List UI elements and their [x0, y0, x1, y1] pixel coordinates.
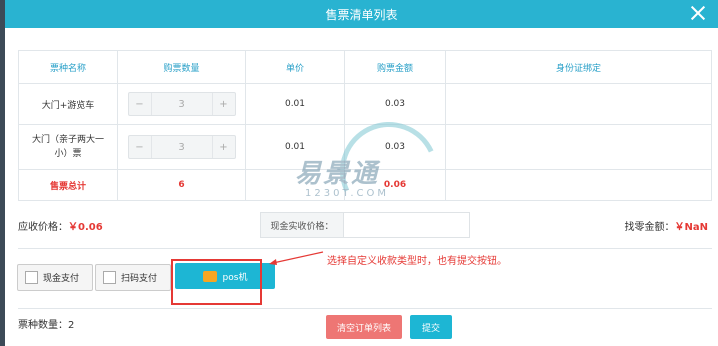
divider [18, 200, 712, 201]
receivable-value: ￥0.06 [68, 222, 103, 233]
quantity-value[interactable]: 3 [150, 93, 213, 115]
ticket-name: 大门+游览车 [18, 83, 118, 125]
receivable-label: 应收价格： [18, 222, 68, 233]
table-header-row: 票种名称 购票数量 单价 购票金额 身份证绑定 [18, 50, 712, 84]
receivable: 应收价格：￥0.06 [18, 218, 103, 233]
watermark-logo: 易景通 1230T.COM [290, 108, 452, 234]
ticket-name: 大门（亲子两大一小）票 [18, 124, 118, 170]
quantity-stepper[interactable]: − 3 + [127, 135, 236, 159]
cash-received-field[interactable]: 现金实收价格： [260, 212, 470, 238]
annotation-arrow [269, 251, 324, 265]
increment-button[interactable]: + [213, 93, 235, 115]
watermark-url: 1230T.COM [305, 188, 390, 199]
divider [18, 248, 712, 249]
quantity-value[interactable]: 3 [150, 136, 213, 158]
change-label: 找零金额： [624, 222, 675, 233]
header-id-binding: 身份证绑定 [445, 50, 712, 84]
dialog-title: 售票清单列表 [325, 8, 398, 22]
divider [18, 308, 712, 309]
submit-button[interactable]: 提交 [410, 315, 452, 339]
cash-pay-button[interactable]: 现金支付 [17, 264, 93, 291]
decrement-button[interactable]: − [129, 136, 151, 158]
cash-received-label: 现金实收价格： [261, 213, 344, 237]
change: 找零金额：￥NaN [625, 218, 709, 233]
dialog-titlebar: 售票清单列表 [5, 0, 718, 28]
decrement-button[interactable]: − [129, 93, 151, 115]
total-quantity: 6 [117, 169, 246, 201]
clear-order-button[interactable]: 清空订单列表 [326, 315, 402, 339]
ticket-list-dialog: 售票清单列表 票种名称 购票数量 单价 购票金额 身份证绑定 大门+游览车 − … [5, 0, 718, 346]
watermark-brand: 易景通 [295, 159, 380, 189]
header-unit-price: 单价 [245, 50, 345, 84]
header-ticket-name: 票种名称 [18, 50, 118, 84]
id-binding-cell [445, 124, 712, 170]
ticket-type-count: 票种数量：2 [18, 320, 75, 331]
header-amount: 购票金额 [344, 50, 446, 84]
scan-pay-button[interactable]: 扫码支付 [95, 264, 171, 291]
id-binding-cell [445, 83, 712, 125]
total-label: 售票总计 [18, 169, 118, 201]
highlight-box [171, 259, 262, 305]
quantity-stepper[interactable]: − 3 + [127, 92, 236, 116]
close-icon[interactable] [688, 3, 708, 23]
image-icon [25, 271, 38, 284]
annotation-text: 选择自定义收款类型时，也有提交按钮。 [327, 256, 507, 267]
header-quantity: 购票数量 [117, 50, 246, 84]
image-icon [103, 271, 116, 284]
increment-button[interactable]: + [213, 136, 235, 158]
change-value: ￥NaN [674, 222, 709, 233]
